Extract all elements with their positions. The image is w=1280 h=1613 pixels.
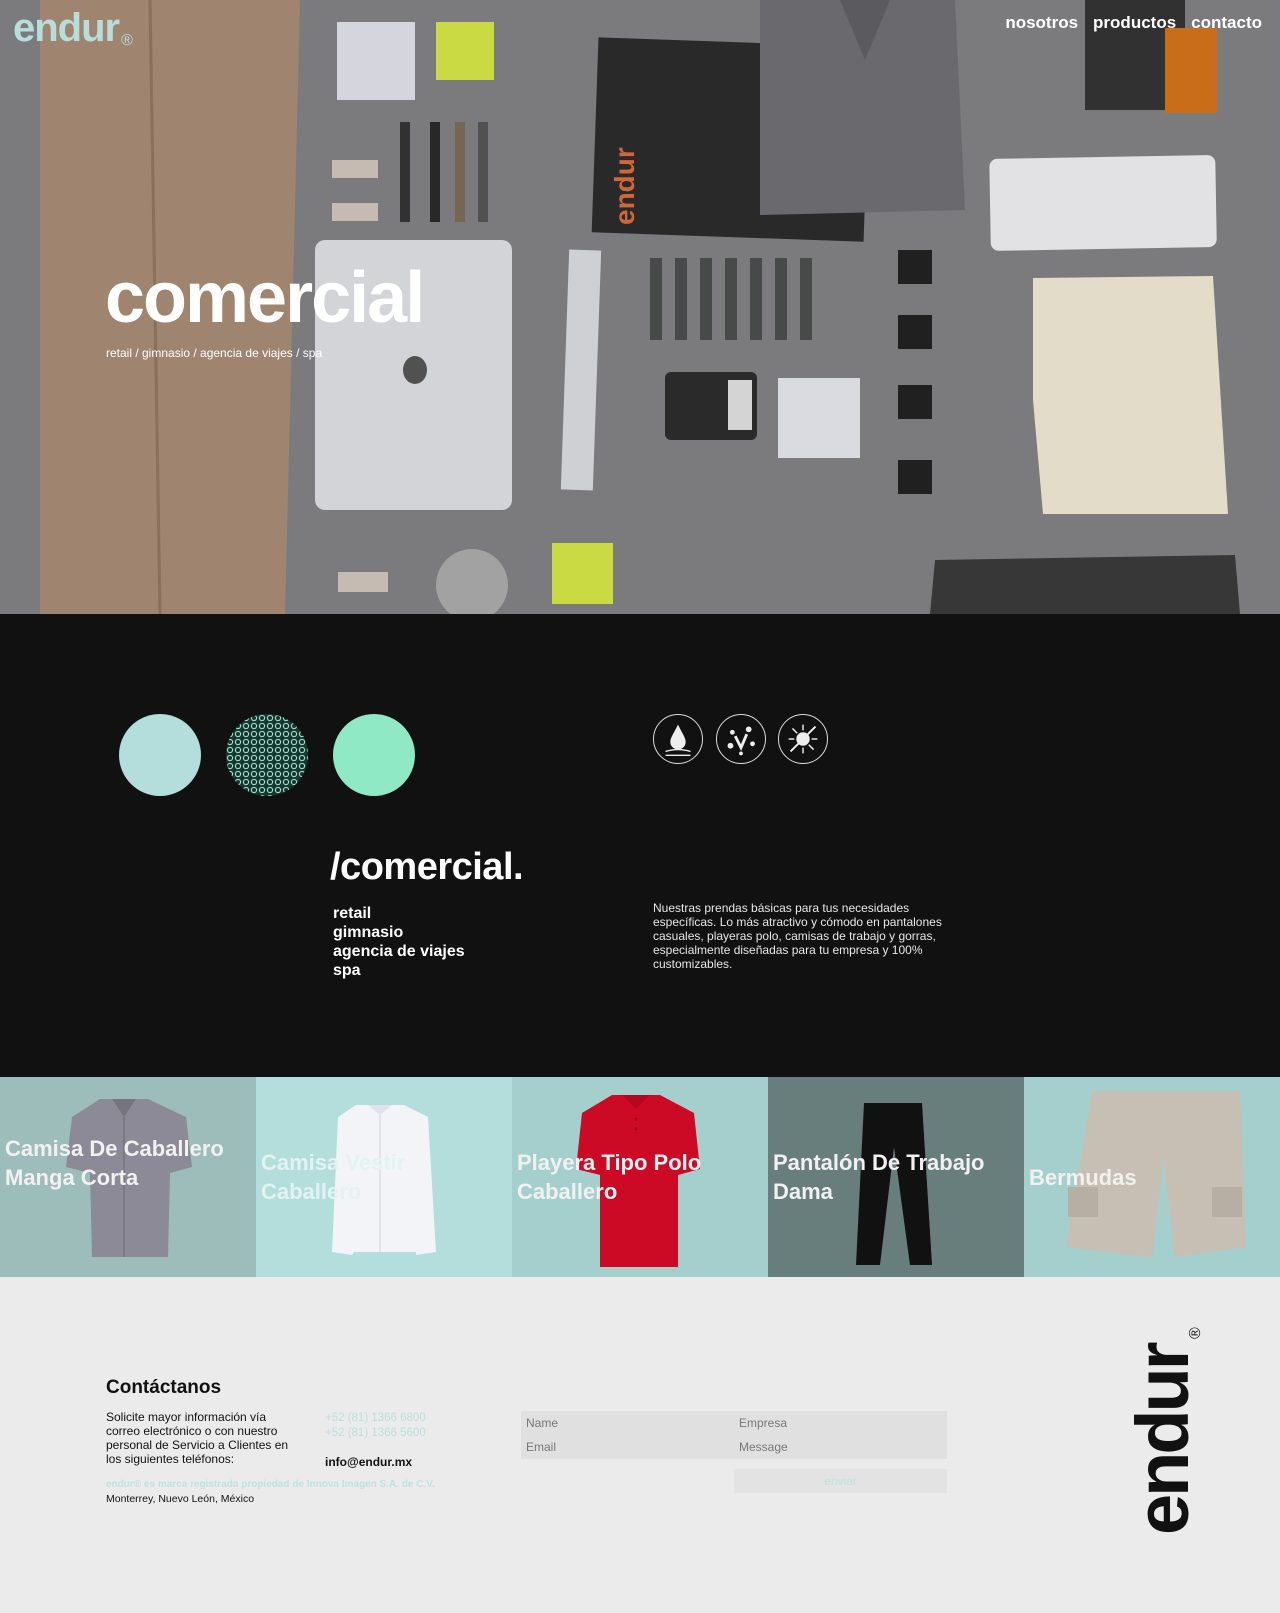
product-label: Camisa De Caballero Manga Corta xyxy=(5,1136,224,1190)
contact-footer: Contáctanos Solicite mayor información v… xyxy=(0,1277,1280,1613)
hero-title: comercial xyxy=(105,258,425,338)
product-card-camisa-manga-corta[interactable]: Camisa De Caballero Manga Corta xyxy=(0,1077,256,1277)
color-swatch-mint[interactable] xyxy=(119,714,201,796)
product-card-playera-polo[interactable]: Playera Tipo Polo Caballero xyxy=(512,1077,768,1277)
contact-text: Solicite mayor información vía correo el… xyxy=(106,1410,289,1466)
brand-logo[interactable]: endur ® xyxy=(13,6,133,51)
company-input[interactable] xyxy=(734,1411,947,1435)
nav-link-productos[interactable]: productos xyxy=(1093,13,1176,33)
category-section: /comercial. retail gimnasio agencia de v… xyxy=(0,614,1280,1077)
registered-mark: ® xyxy=(121,32,133,49)
hero-subtitle: retail / gimnasio / agencia de viajes / … xyxy=(106,346,323,360)
category-item-agencia: agencia de viajes xyxy=(333,943,465,960)
address: Monterrey, Nuevo León, México xyxy=(106,1493,255,1505)
phone-number[interactable]: +52 (81) 1366 5600 xyxy=(325,1426,426,1441)
color-swatch-pattern[interactable] xyxy=(226,714,308,796)
phone-number[interactable]: +52 (81) 1366 6800 xyxy=(325,1411,426,1426)
name-input[interactable] xyxy=(521,1411,734,1435)
nav-link-contacto[interactable]: contacto xyxy=(1191,13,1262,33)
product-card-camisa-vestir[interactable]: Camisa Vestir Caballero xyxy=(256,1077,512,1277)
stain-resistant-icon xyxy=(716,714,766,764)
contact-form: enviar xyxy=(521,1411,947,1493)
category-item-gimnasio: gimnasio xyxy=(333,924,404,941)
water-repellent-icon xyxy=(653,714,703,764)
legal-notice: endur® es marca registrada propiedad de … xyxy=(106,1479,435,1490)
vertical-logo-text: endur xyxy=(1121,1342,1204,1535)
product-label: Camisa Vestir Caballero xyxy=(261,1150,406,1204)
hero-section: endur ® nosotros productos contacto come… xyxy=(0,0,1280,614)
send-button[interactable]: enviar xyxy=(734,1469,947,1493)
contact-email[interactable]: info@endur.mx xyxy=(325,1455,412,1469)
product-label: Bermudas xyxy=(1029,1165,1137,1190)
product-label: Pantalón De Trabajo Dama xyxy=(773,1150,985,1204)
email-input[interactable] xyxy=(521,1435,734,1459)
contact-title: Contáctanos xyxy=(106,1377,222,1398)
message-input[interactable] xyxy=(734,1435,947,1459)
vertical-brand-logo: endur ® xyxy=(1090,1317,1210,1557)
product-card-pantalon-dama[interactable]: Pantalón De Trabajo Dama xyxy=(768,1077,1024,1277)
color-swatch-green[interactable] xyxy=(333,714,415,796)
phone-list: +52 (81) 1366 6800 +52 (81) 1366 5600 xyxy=(325,1411,426,1441)
main-nav: nosotros productos contacto xyxy=(1005,13,1262,33)
product-card-bermudas[interactable]: Bermudas xyxy=(1024,1077,1280,1277)
brand-logo-text: endur xyxy=(13,6,120,50)
products-strip: Camisa De Caballero Manga Corta Camisa V… xyxy=(0,1077,1280,1277)
category-description: Nuestras prendas básicas para tus necesi… xyxy=(653,901,942,971)
fabric-pattern-icon xyxy=(226,714,308,796)
nav-link-nosotros[interactable]: nosotros xyxy=(1005,13,1078,33)
vertical-logo-mark: ® xyxy=(1187,1327,1204,1339)
category-item-spa: spa xyxy=(333,962,361,979)
category-title: /comercial. xyxy=(330,846,524,888)
antibacterial-icon xyxy=(778,714,828,764)
category-item-retail: retail xyxy=(333,905,372,922)
product-label: Playera Tipo Polo Caballero xyxy=(517,1150,702,1204)
category-list: retail gimnasio agencia de viajes spa xyxy=(333,904,465,980)
